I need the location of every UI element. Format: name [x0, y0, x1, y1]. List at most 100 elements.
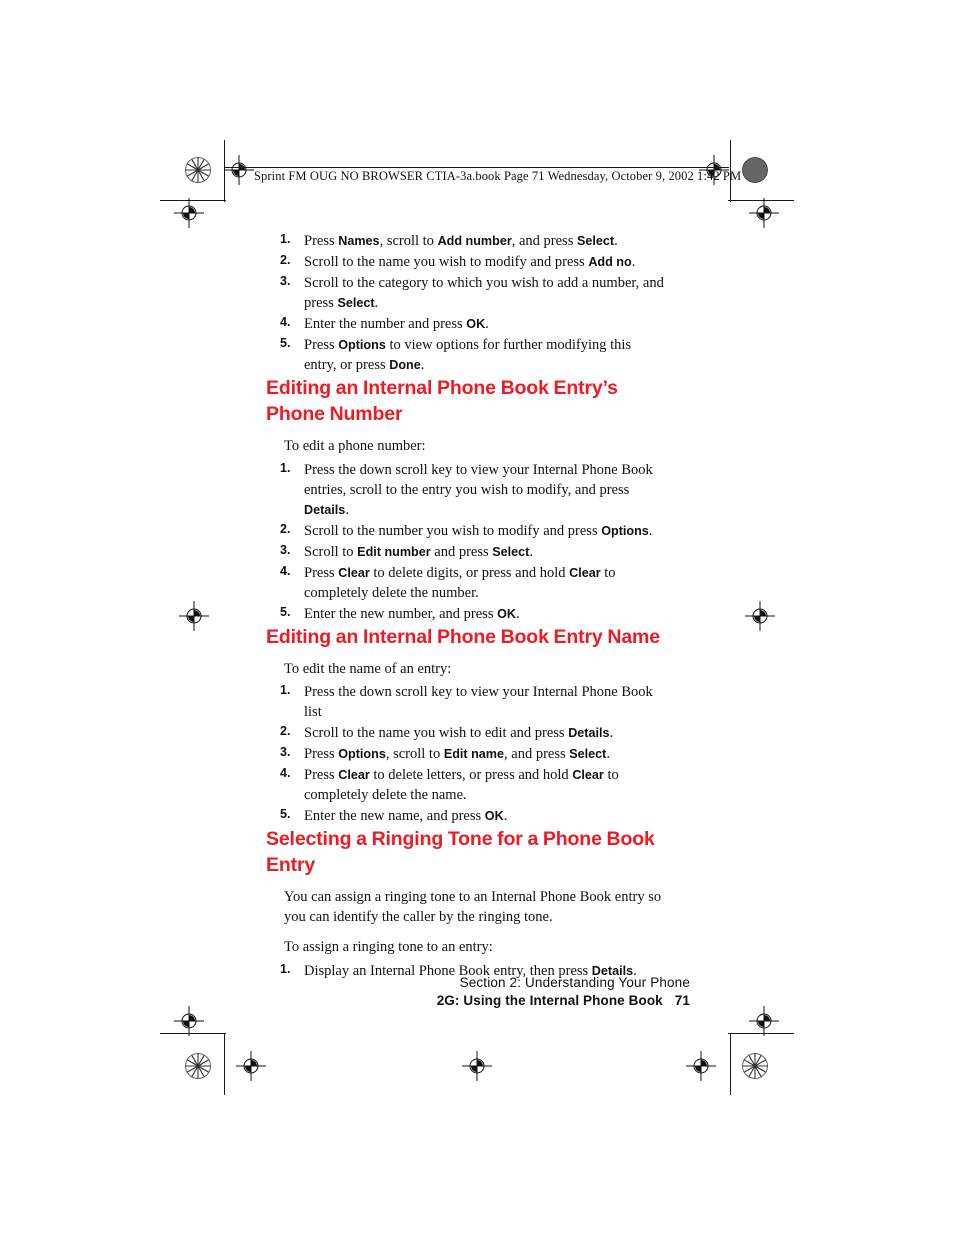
step-number: 5.: [280, 336, 291, 350]
step-text: Enter the new number, and press: [304, 605, 498, 622]
procedure-step: 4. Press Clear to delete digits, or press…: [266, 563, 666, 603]
step-text: Press: [304, 564, 339, 581]
step-text: , scroll to: [379, 233, 438, 249]
source-file-header: Sprint FM OUG NO BROWSER CTIA-3a.book Pa…: [254, 169, 742, 183]
registration-mark-bottom-left: [236, 1051, 266, 1081]
step-text: , and press: [504, 746, 570, 763]
footer-section-line: Section 2: Understanding Your Phone: [459, 975, 690, 990]
registration-mark-upper-left-outer: [174, 198, 204, 228]
step-text: Press: [304, 767, 339, 784]
step-text: .: [503, 808, 508, 825]
procedure-step: 1. Press Names, scroll to Add number, and…: [266, 231, 666, 251]
step-number: 4.: [280, 563, 291, 578]
section-paragraph: You can assign a ringing tone to an Inte…: [284, 889, 662, 926]
soft-key-label: Clear: [572, 768, 604, 783]
soft-key-label: Clear: [338, 565, 370, 580]
registration-mark-mid-left: [179, 601, 209, 631]
soft-key-label: Details: [568, 726, 610, 741]
soft-key-label: Clear: [338, 768, 370, 783]
soft-key-label: Options: [601, 523, 649, 538]
step-text: to delete digits, or press and hold: [369, 564, 570, 581]
registration-mark-top-left: [224, 155, 254, 185]
step-text: .: [485, 316, 489, 332]
procedure-step: 3. Scroll to the category to which you wi…: [266, 273, 666, 313]
procedure-step: 5. Enter the new name, and press OK.: [266, 806, 666, 826]
section-intro: To assign a ringing tone to an entry:: [284, 939, 493, 956]
step-number: 2.: [280, 253, 291, 267]
step-number: 3.: [280, 274, 291, 288]
footer-chapter-line: 2G: Using the Internal Phone Book 71: [266, 993, 690, 1008]
step-text: .: [609, 725, 614, 742]
sections-container: Editing an Internal Phone Book Entry’s P…: [266, 376, 666, 981]
soft-key-label: Edit name: [443, 747, 505, 762]
step-text: Scroll to the name you wish to modify an…: [304, 254, 589, 270]
step-text: .: [529, 543, 533, 560]
step-number: 5.: [280, 604, 291, 619]
soft-key-label: Add no: [588, 255, 632, 269]
step-text: .: [345, 501, 349, 518]
soft-key-label: Names: [338, 234, 380, 248]
soft-key-label: Options: [338, 747, 386, 762]
step-number: 4.: [280, 766, 291, 781]
section-heading: Selecting a Ringing Tone for a Phone Boo…: [266, 828, 655, 877]
step-number: 2.: [280, 724, 291, 739]
procedure-step: 2. Scroll to the name you wish to modify …: [266, 252, 666, 272]
star-target-top-left: [185, 157, 211, 183]
step-number: 2.: [280, 521, 291, 536]
registration-mark-lower-left-outer: [174, 1006, 204, 1036]
procedure-step: 1. Press the down scroll key to view your…: [266, 682, 666, 722]
step-text: Press: [304, 233, 339, 249]
registration-mark-upper-right-outer: [749, 198, 779, 228]
step-text: Scroll to: [304, 543, 358, 560]
procedure-step: 2. Scroll to the name you wish to edit an…: [266, 723, 666, 743]
step-text: Press the down scroll key to view your I…: [304, 684, 653, 721]
procedure-step: 5. Enter the new number, and press OK.: [266, 604, 666, 624]
step-number: 4.: [280, 315, 291, 329]
step-number: 1.: [280, 683, 291, 698]
soft-key-label: Edit number: [357, 544, 431, 559]
soft-key-label: Add number: [437, 234, 512, 248]
procedure-step: 3. Scroll to Edit number and press Select…: [266, 542, 666, 562]
soft-key-label: Select: [576, 234, 615, 248]
trim-line-right-bottom: [730, 1033, 731, 1095]
step-number: 1.: [280, 460, 291, 475]
procedure-step: 3. Press Options, scroll to Edit name, an…: [266, 744, 666, 764]
step-text: .: [631, 254, 636, 270]
soft-key-label: Options: [338, 338, 386, 352]
step-text: Press: [304, 746, 339, 763]
procedure-list: 1. Press the down scroll key to view your…: [266, 460, 666, 624]
density-target-top-right: [742, 157, 768, 183]
section-heading: Editing an Internal Phone Book Entry’s P…: [266, 377, 618, 425]
star-target-bottom-right: [742, 1053, 768, 1079]
section-intro: To edit the name of an entry:: [284, 660, 452, 677]
page-content: 1. Press Names, scroll to Add number , and…: [266, 228, 666, 982]
step-number: 3.: [280, 745, 291, 760]
section-heading: Editing an Internal Phone Book Entry Nam…: [266, 625, 660, 648]
soft-key-label: OK: [484, 809, 504, 824]
procedure-step: 4. Enter the number and press OK.: [266, 314, 666, 334]
step-number: 1.: [280, 232, 291, 246]
soft-key-label: Select: [337, 296, 375, 310]
step-text: .: [606, 746, 610, 763]
step-text: .: [516, 605, 520, 622]
step-text: Enter the new name, and press: [304, 808, 485, 825]
soft-key-label: Select: [569, 747, 607, 762]
soft-key-label: Clear: [569, 565, 601, 580]
trim-line-left-bottom: [224, 1033, 225, 1095]
step-text: .: [614, 233, 618, 249]
page-footer: Section 2: Understanding Your Phone 2G: …: [266, 975, 690, 1008]
trim-line-left-top: [224, 140, 225, 202]
procedure-step: 1. Press the down scroll key to view your…: [266, 460, 666, 520]
star-target-bottom-left: [185, 1053, 211, 1079]
trim-line-topright-h: [728, 200, 794, 201]
step-text: .: [420, 357, 425, 373]
trim-line-topleft-h: [160, 200, 226, 201]
procedure-step: 2. Scroll to the number you wish to modif…: [266, 521, 666, 541]
soft-key-label: OK: [497, 606, 516, 621]
page-number: 71: [674, 993, 690, 1008]
step-text: Press the down scroll key to view your I…: [304, 461, 653, 498]
step-text: to delete letters, or press and hold: [369, 767, 573, 784]
step-text: Scroll to the name you wish to edit and …: [304, 725, 569, 742]
soft-key-label: OK: [466, 317, 486, 331]
step-text: Press: [304, 337, 339, 353]
